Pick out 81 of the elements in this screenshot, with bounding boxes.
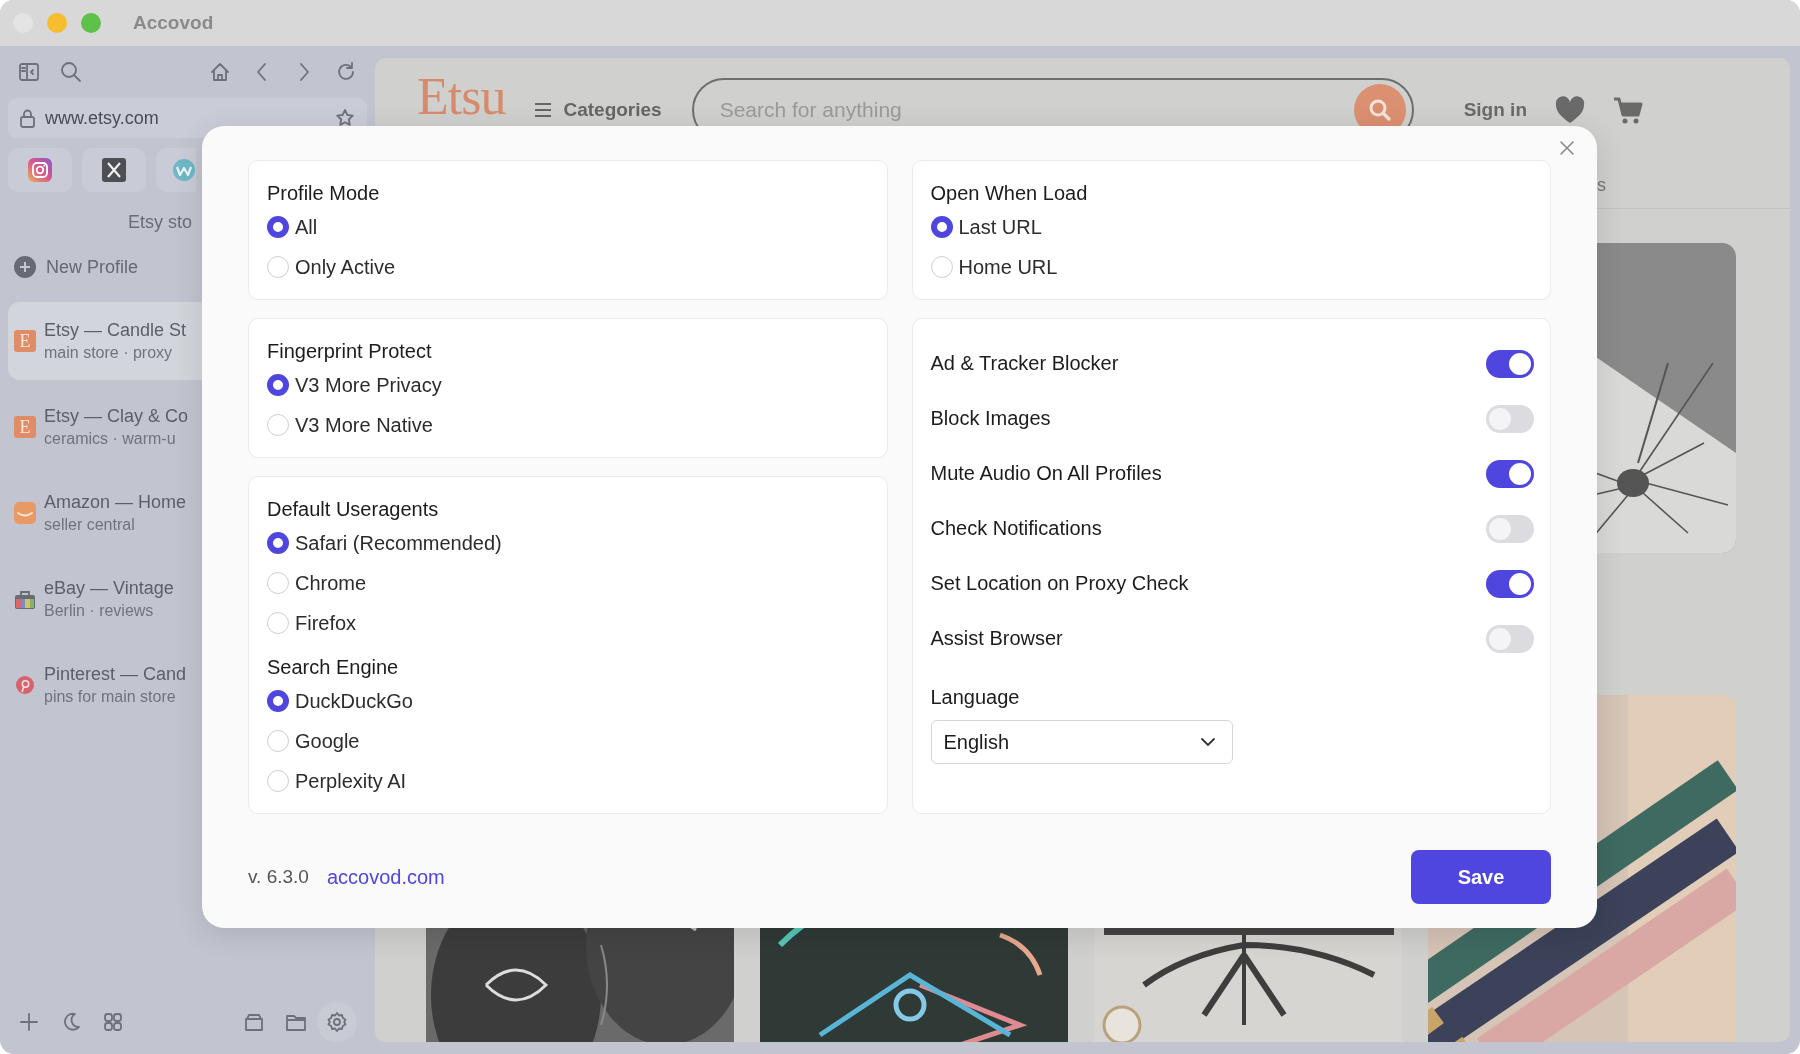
bookmark-tile[interactable]	[82, 148, 146, 192]
profile-subtitle: seller central	[44, 516, 136, 534]
grid-icon[interactable]	[102, 1011, 124, 1033]
shopping-bag-icon	[14, 588, 36, 610]
website-link[interactable]: accovod.com	[326, 865, 445, 889]
close-icon[interactable]	[1559, 140, 1575, 156]
toggle-switch[interactable]	[1486, 514, 1534, 543]
reload-icon[interactable]	[335, 61, 357, 83]
plus-icon	[14, 256, 36, 278]
profile-title: Pinterest — Cand	[44, 664, 187, 685]
radio-button[interactable]	[267, 690, 289, 712]
toggle-switch[interactable]	[1486, 404, 1534, 433]
version-text: v. 6.3.0	[248, 866, 309, 888]
group-label: Etsy sto	[128, 211, 193, 234]
bookmark-tile[interactable]	[8, 148, 72, 192]
cart-icon[interactable]	[1613, 96, 1643, 124]
toggle-switch[interactable]	[1486, 569, 1534, 598]
radio-button[interactable]	[267, 532, 289, 554]
plus-icon[interactable]	[18, 1011, 40, 1033]
radio-button[interactable]	[267, 374, 289, 396]
toggle-label: Assist Browser	[930, 627, 1063, 650]
option-label: All	[295, 215, 318, 239]
toggle-label: Ad & Tracker Blocker	[930, 352, 1119, 375]
radio-button[interactable]	[930, 216, 953, 238]
zoom-button[interactable]	[81, 13, 101, 33]
profile-title: Etsy — Candle St	[44, 320, 187, 341]
group-title: Search Engine	[267, 655, 400, 680]
group-title: Default Useragents	[267, 497, 440, 522]
sign-in-link[interactable]: Sign in	[1463, 99, 1527, 121]
round-logo-icon	[172, 158, 196, 182]
profile-title: Amazon — Home	[44, 492, 187, 513]
option-label: Chrome	[295, 571, 367, 595]
sidebar-toggle-icon[interactable]	[18, 61, 40, 83]
option-label: Home URL	[958, 255, 1058, 279]
lock-icon	[18, 108, 37, 128]
toggle-label: Mute Audio On All Profiles	[930, 462, 1162, 485]
cross-logo-icon	[102, 158, 126, 182]
option-label: Last URL	[958, 215, 1042, 239]
profile-subtitle: pins for main store	[44, 688, 177, 706]
group-title: Open When Load	[930, 181, 1089, 206]
profile-subtitle: main store · proxy	[44, 344, 174, 362]
option-label: Only Active	[295, 255, 396, 279]
profile-subtitle: ceramics · warm-u	[44, 430, 177, 448]
round-logo-icon	[16, 676, 34, 694]
smile-icon	[14, 502, 36, 524]
toggle-label: Block Images	[930, 407, 1051, 430]
language-dropdown[interactable]: English	[930, 720, 1233, 764]
toggle-label: Set Location on Proxy Check	[930, 572, 1189, 595]
settings-button[interactable]	[317, 1002, 357, 1042]
profile-title: eBay — Vintage	[44, 578, 174, 599]
star-icon[interactable]	[335, 108, 355, 128]
field-label: Language	[930, 685, 1021, 710]
search-icon[interactable]	[60, 61, 82, 83]
toggle-label: Check Notifications	[930, 517, 1102, 540]
gear-icon	[326, 1011, 348, 1033]
option-label: Safari (Recommended)	[295, 531, 502, 555]
home-icon[interactable]	[209, 61, 231, 83]
nav-link[interactable]: s	[1597, 174, 1606, 196]
option-label: DuckDuckGo	[295, 689, 413, 713]
camera-logo-icon	[28, 158, 52, 182]
toggle-switch[interactable]	[1486, 349, 1534, 378]
option-label: Google	[295, 729, 360, 753]
letter-badge: E	[14, 330, 36, 352]
window-title: Accovod	[133, 12, 214, 34]
option-label: Perplexity AI	[295, 769, 407, 793]
toggle-switch[interactable]	[1486, 459, 1534, 488]
option-label: V3 More Native	[295, 413, 433, 437]
letter-badge: E	[14, 416, 36, 438]
radio-button[interactable]	[267, 216, 289, 238]
save-button[interactable]: Save	[1411, 850, 1551, 904]
heart-icon[interactable]	[1555, 96, 1585, 124]
profile-subtitle: Berlin · reviews	[44, 602, 155, 620]
bookmark-tile[interactable]	[156, 148, 196, 192]
profile-title: Etsy — Clay & Co	[44, 406, 189, 427]
new-profile-button[interactable]: New Profile	[8, 252, 139, 282]
toggle-switch[interactable]	[1486, 624, 1534, 653]
option-label: Firefox	[295, 611, 357, 635]
categories-button[interactable]: Categories	[533, 99, 662, 121]
archive-icon[interactable]	[243, 1011, 265, 1033]
menu-icon	[533, 100, 554, 120]
group-title: Profile Mode	[267, 181, 381, 206]
